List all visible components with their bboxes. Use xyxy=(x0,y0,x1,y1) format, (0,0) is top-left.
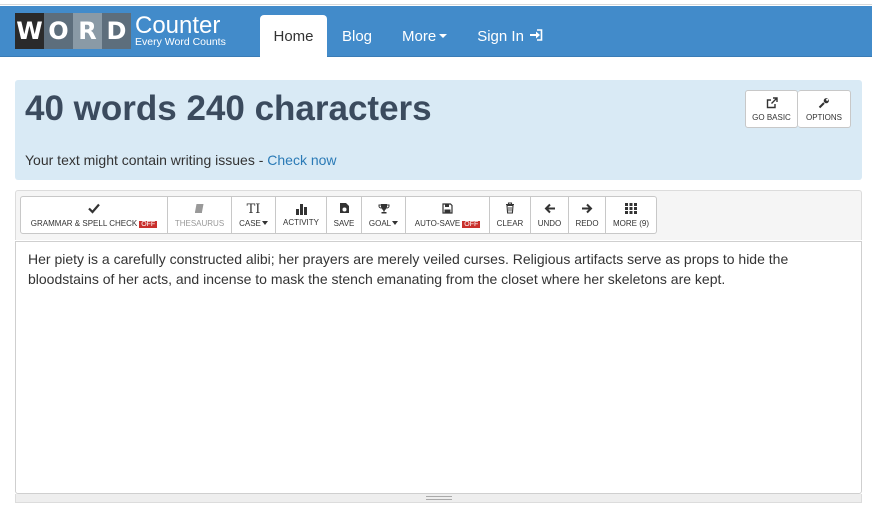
caret-down-icon xyxy=(392,221,399,226)
logo-letter-d: D xyxy=(102,13,131,49)
panel-buttons: GO BASIC OPTIONS xyxy=(745,90,851,128)
bar-chart-icon xyxy=(295,203,307,215)
caret-down-icon xyxy=(439,34,448,38)
nav-more-label: More xyxy=(402,27,437,45)
book-icon xyxy=(194,203,205,216)
top-border xyxy=(0,0,872,5)
logo-tagline: Every Word Counts xyxy=(135,36,226,49)
grammar-off-badge: OFF xyxy=(139,220,158,228)
writing-issues-notice: Your text might contain writing issues -… xyxy=(25,152,337,168)
logo-letter-o: O xyxy=(44,13,73,49)
undo-label: UNDO xyxy=(537,218,562,228)
grammar-check-label: GRAMMAR & SPELL CHECK xyxy=(30,218,138,228)
grammar-check-button[interactable]: GRAMMAR & SPELL CHECK OFF xyxy=(20,196,168,234)
logo-letter-w: W xyxy=(15,13,44,49)
nav-sign-in-label: Sign In xyxy=(477,27,524,45)
logo-letter-r: R xyxy=(73,13,102,49)
arrow-right-icon xyxy=(581,203,593,216)
activity-label: ACTIVITY xyxy=(282,217,319,227)
undo-button[interactable]: UNDO xyxy=(531,196,569,234)
trophy-icon xyxy=(378,203,390,216)
editor-text[interactable]: Her piety is a carefully constructed ali… xyxy=(28,249,828,289)
arrow-left-icon xyxy=(544,203,556,216)
options-button[interactable]: OPTIONS xyxy=(798,90,851,128)
go-basic-button[interactable]: GO BASIC xyxy=(745,90,798,128)
activity-button[interactable]: ACTIVITY xyxy=(276,196,327,234)
clear-button[interactable]: CLEAR xyxy=(490,196,531,234)
nav-home[interactable]: Home xyxy=(260,15,327,57)
checkmark-icon xyxy=(88,203,100,216)
auto-save-off-badge: OFF xyxy=(462,220,481,228)
caret-down-icon xyxy=(261,221,268,226)
go-basic-label: GO BASIC xyxy=(752,112,791,122)
case-label-wrap: CASE xyxy=(239,219,268,228)
trash-icon xyxy=(505,202,515,216)
auto-save-label: AUTO-SAVE xyxy=(414,218,461,228)
logo-brand-name: Counter xyxy=(135,12,221,40)
writing-issues-text: Your text might contain writing issues - xyxy=(25,152,268,168)
logo-brand: Counter Every Word Counts xyxy=(135,14,226,48)
case-dropdown-button[interactable]: TI CASE xyxy=(232,196,276,234)
save-button[interactable]: SAVE xyxy=(327,196,362,234)
more-options-label: MORE (9) xyxy=(613,218,649,228)
thesaurus-label: THESAURUS xyxy=(174,218,225,228)
options-label: OPTIONS xyxy=(805,112,842,122)
stats-panel: 40 words 240 characters Your text might … xyxy=(15,80,862,180)
grid-icon xyxy=(625,202,637,216)
editor-resize-handle[interactable] xyxy=(15,494,862,503)
word-character-count: 40 words 240 characters xyxy=(25,89,432,128)
goal-label: GOAL xyxy=(368,218,392,228)
main-nav: Home Blog More Sign In xyxy=(260,15,558,57)
floppy-disk-icon xyxy=(442,202,453,216)
auto-save-button[interactable]: AUTO-SAVE OFF xyxy=(406,196,490,234)
logo[interactable]: W O R D Counter Every Word Counts xyxy=(15,13,226,49)
toolbar-button-group: GRAMMAR & SPELL CHECK OFF THESAURUS TI CA… xyxy=(20,196,657,234)
wrench-icon xyxy=(818,97,830,111)
thesaurus-button[interactable]: THESAURUS xyxy=(168,196,232,234)
resize-grip-icon xyxy=(426,496,452,500)
grammar-check-label-wrap: GRAMMAR & SPELL CHECK OFF xyxy=(30,218,158,228)
check-now-link[interactable]: Check now xyxy=(267,152,336,168)
redo-label: REDO xyxy=(575,218,599,228)
external-link-icon xyxy=(766,96,778,111)
clear-label: CLEAR xyxy=(496,219,524,228)
more-options-button[interactable]: MORE (9) xyxy=(606,196,657,234)
auto-save-label-wrap: AUTO-SAVE OFF xyxy=(415,219,481,228)
case-label: CASE xyxy=(239,218,261,228)
navbar: W O R D Counter Every Word Counts Home B… xyxy=(0,6,872,57)
sign-in-icon xyxy=(529,28,543,44)
save-label: SAVE xyxy=(333,219,355,228)
nav-sign-in[interactable]: Sign In xyxy=(462,15,558,57)
redo-button[interactable]: REDO xyxy=(569,196,606,234)
nav-more-dropdown[interactable]: More xyxy=(387,15,462,57)
save-file-icon xyxy=(339,202,350,216)
goal-label-wrap: GOAL xyxy=(368,218,399,228)
editor-toolbar: GRAMMAR & SPELL CHECK OFF THESAURUS TI CA… xyxy=(15,190,862,240)
text-editor[interactable]: Her piety is a carefully constructed ali… xyxy=(15,241,862,494)
text-case-icon: TI xyxy=(246,201,261,217)
goal-dropdown-button[interactable]: GOAL xyxy=(362,196,406,234)
nav-blog[interactable]: Blog xyxy=(327,15,387,57)
